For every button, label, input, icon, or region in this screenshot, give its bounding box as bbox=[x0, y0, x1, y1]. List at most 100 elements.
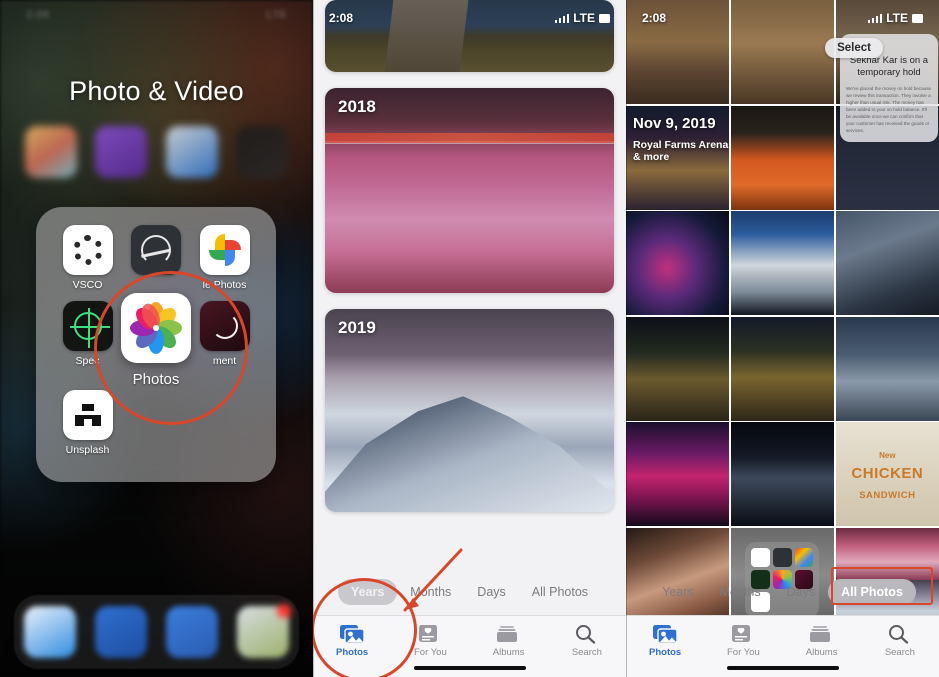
dock-app-store-icon[interactable] bbox=[94, 606, 147, 658]
mini-app-icon bbox=[794, 547, 814, 567]
app-spectre[interactable]: Spec bbox=[56, 301, 119, 388]
dock-photos-icon[interactable] bbox=[237, 604, 292, 658]
photo-cell[interactable]: Nov 9, 2019 Royal Farms Arena & more bbox=[626, 105, 730, 210]
bg-app-icon bbox=[165, 126, 218, 178]
bg-app-icon bbox=[95, 126, 148, 178]
segment-months[interactable]: Months bbox=[707, 579, 774, 605]
photo-cell[interactable] bbox=[835, 211, 939, 315]
bg-app-icon bbox=[235, 126, 288, 178]
tab-for-you[interactable]: For You bbox=[395, 624, 465, 658]
tab-label: Photos bbox=[649, 647, 682, 658]
albums-icon bbox=[809, 624, 835, 644]
tab-photos[interactable]: Photos bbox=[630, 624, 700, 658]
photo-date-subtitle: Royal Farms Arena & more bbox=[633, 138, 729, 163]
year-card[interactable]: 2019 bbox=[325, 309, 614, 512]
bottom-tab-bar: Photos For You Albums Search bbox=[313, 615, 626, 677]
albums-icon bbox=[496, 624, 522, 644]
segment-years[interactable]: Years bbox=[649, 579, 707, 605]
photo-cell[interactable] bbox=[626, 211, 730, 315]
signal-icon bbox=[867, 13, 883, 23]
folder-title: Photo & Video bbox=[69, 76, 244, 106]
tab-label: Photos bbox=[336, 647, 369, 658]
timeline-segmented-control: Years Months Days All Photos bbox=[626, 569, 939, 615]
tab-label: Albums bbox=[492, 647, 525, 658]
year-label: 2019 bbox=[338, 318, 376, 337]
photo-cell[interactable] bbox=[626, 422, 730, 526]
segment-days[interactable]: Days bbox=[464, 579, 518, 605]
segment-all-photos[interactable]: All Photos bbox=[519, 579, 601, 605]
home-dock bbox=[14, 595, 299, 669]
app-unsplash[interactable]: Unsplash bbox=[56, 390, 119, 464]
status-right: LTE bbox=[266, 9, 287, 21]
tab-for-you[interactable]: For You bbox=[708, 624, 778, 658]
app-vsco[interactable]: VSCO bbox=[56, 225, 119, 299]
tab-search[interactable]: Search bbox=[552, 624, 622, 658]
app-folder-photo-video[interactable]: VSCO le Photos Spec Photos ment Unsplash bbox=[36, 207, 276, 482]
bottom-tab-bar: Photos For You Albums Search bbox=[626, 615, 939, 677]
tab-label: Search bbox=[884, 647, 915, 658]
app-label: Spec bbox=[75, 355, 100, 367]
years-scroll-area[interactable]: 2018 2019 bbox=[313, 0, 626, 569]
photo-cell[interactable] bbox=[730, 211, 835, 315]
folder-icon-grid: VSCO le Photos Spec Photos ment Unsplash bbox=[36, 207, 276, 482]
notification-title: Sekhar Kar is on a temporary hold bbox=[849, 55, 929, 79]
status-time: 2:08 bbox=[642, 11, 667, 25]
status-indicators: LTE bbox=[554, 11, 610, 25]
app-google-photos[interactable]: le Photos bbox=[193, 225, 256, 299]
segment-months[interactable]: Months bbox=[397, 579, 464, 605]
panel-years-view: 2018 2019 2:08 LTE Years Months Days All… bbox=[313, 0, 626, 677]
photos-icon bbox=[339, 624, 365, 644]
photo-date-title: Nov 9, 2019 bbox=[633, 114, 716, 132]
segment-years[interactable]: Years bbox=[337, 579, 398, 605]
app-label: VSCO bbox=[72, 279, 103, 291]
status-indicators: LTE bbox=[867, 11, 923, 25]
photo-cell[interactable] bbox=[835, 316, 939, 421]
google-photos-icon bbox=[199, 225, 250, 275]
photos-icon bbox=[652, 624, 678, 644]
photo-cell[interactable] bbox=[730, 422, 835, 526]
tab-label: For You bbox=[727, 647, 760, 658]
segmented-group: Years Months Days All Photos bbox=[336, 577, 603, 607]
segment-all-photos[interactable]: All Photos bbox=[828, 579, 916, 605]
app-label: le Photos bbox=[202, 279, 247, 291]
search-icon bbox=[887, 624, 913, 644]
photo-cell[interactable]: New CHICKEN SANDWICH bbox=[835, 422, 939, 526]
mini-app-icon bbox=[751, 547, 771, 567]
battery-icon bbox=[912, 13, 923, 23]
search-icon bbox=[574, 624, 600, 644]
bg-app-icon bbox=[25, 126, 78, 178]
segment-days[interactable]: Days bbox=[774, 579, 828, 605]
for-you-icon bbox=[417, 624, 443, 644]
select-button[interactable]: Select bbox=[825, 38, 883, 58]
app-halide[interactable] bbox=[121, 225, 191, 299]
photo-cell[interactable] bbox=[730, 316, 835, 421]
network-type-label: LTE bbox=[886, 11, 908, 25]
app-moment[interactable]: ment bbox=[193, 301, 256, 388]
panel-divider bbox=[313, 0, 314, 677]
home-indicator bbox=[726, 666, 839, 670]
dock-safari-icon[interactable] bbox=[23, 606, 76, 658]
tab-albums[interactable]: Albums bbox=[474, 624, 544, 658]
tab-label: For You bbox=[414, 647, 447, 658]
notification-badge bbox=[277, 604, 292, 618]
status-time: 2:08 bbox=[329, 11, 354, 25]
screenshot-stage: 2:08 LTE Photo & Video VSCO le Photos Sp… bbox=[0, 0, 939, 677]
photo-cell[interactable] bbox=[626, 316, 730, 421]
ios-status-bar: 2:08 LTE bbox=[313, 0, 626, 30]
vsco-icon bbox=[62, 225, 113, 275]
timeline-segmented-control: Years Months Days All Photos bbox=[313, 569, 626, 615]
network-type-label: LTE bbox=[573, 11, 595, 25]
folder-empty-slot bbox=[193, 390, 256, 464]
app-label: ment bbox=[212, 355, 237, 367]
year-card[interactable]: 2018 bbox=[325, 88, 614, 293]
folder-empty-slot bbox=[121, 390, 191, 464]
tab-search[interactable]: Search bbox=[865, 624, 935, 658]
app-apple-photos[interactable]: Photos bbox=[121, 293, 191, 388]
dock-settings-icon[interactable] bbox=[166, 606, 219, 658]
tab-photos[interactable]: Photos bbox=[317, 624, 387, 658]
photo-cell[interactable] bbox=[730, 105, 835, 210]
tab-albums[interactable]: Albums bbox=[787, 624, 857, 658]
notification-body: We've placed the money on hold because w… bbox=[846, 85, 932, 134]
moment-icon bbox=[199, 301, 250, 351]
signal-icon bbox=[554, 13, 570, 23]
